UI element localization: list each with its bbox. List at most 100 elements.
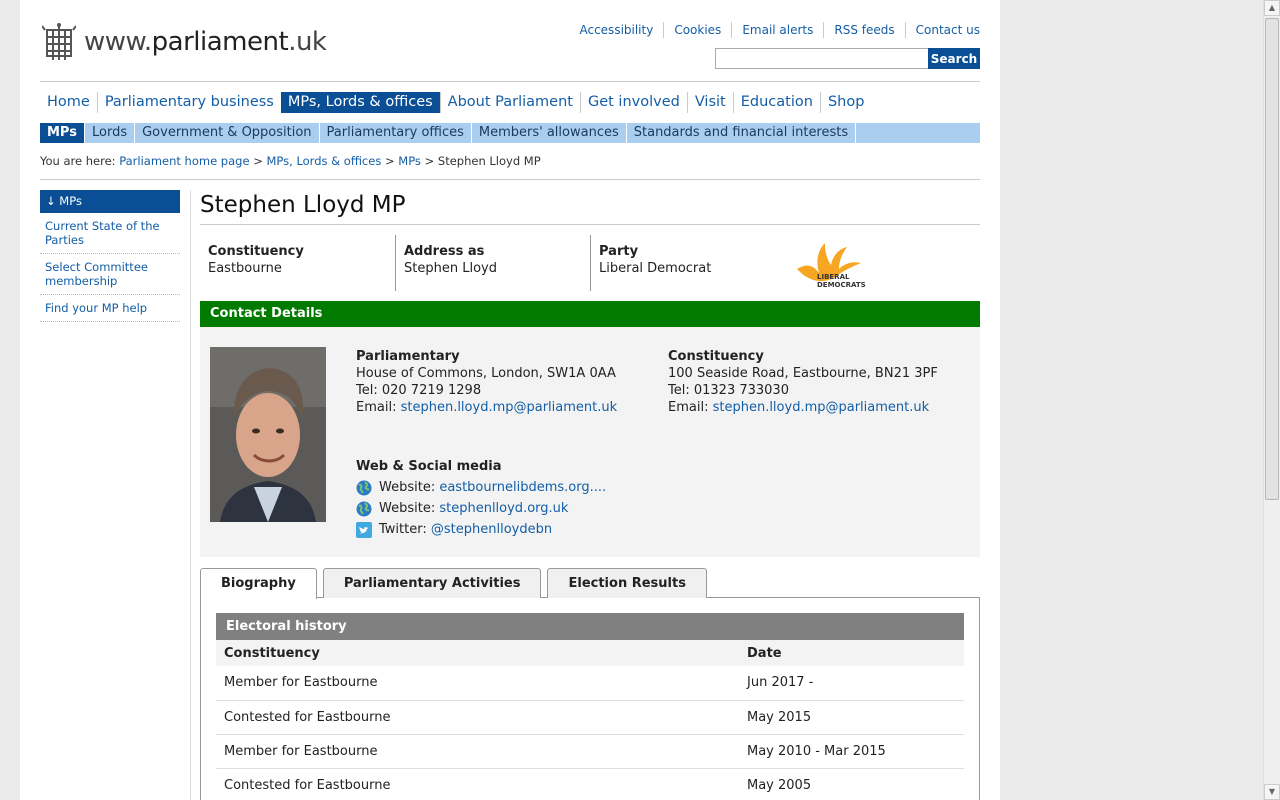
constituency-value: Eastbourne bbox=[208, 261, 282, 276]
nav-parliamentary-business[interactable]: Parliamentary business bbox=[96, 92, 281, 113]
web-social-label: Web & Social media bbox=[356, 459, 502, 474]
party-logo: LIBERAL DEMOCRATS bbox=[785, 235, 871, 291]
scroll-down-arrow-icon[interactable]: ▼ bbox=[1264, 784, 1280, 800]
globe-icon bbox=[356, 480, 372, 495]
breadcrumb-separator: > bbox=[424, 154, 435, 168]
utility-link-email-alerts[interactable]: Email alerts bbox=[731, 22, 823, 38]
subnav-members-allowances[interactable]: Members' allowances bbox=[472, 123, 627, 143]
table-row: Member for Eastbourne May 2010 - Mar 2015 bbox=[216, 734, 964, 769]
twitter-label: Twitter: bbox=[379, 522, 427, 537]
utility-link-cookies[interactable]: Cookies bbox=[663, 22, 731, 38]
breadcrumb-divider bbox=[40, 179, 980, 180]
sidebar-item-select-committee[interactable]: Select Committee membership bbox=[40, 254, 180, 295]
parliamentary-address: Parliamentary House of Commons, London, … bbox=[356, 348, 617, 416]
sidebar-heading-mps[interactable]: ↓ MPs bbox=[40, 190, 180, 213]
constituency-label: Constituency bbox=[208, 244, 304, 259]
breadcrumb: You are here: Parliament home page > MPs… bbox=[40, 154, 541, 168]
twitter-link[interactable]: @stephenlloydebn bbox=[431, 521, 552, 538]
website-label: Website: bbox=[379, 480, 436, 495]
breadcrumb-link-mps-lords[interactable]: MPs, Lords & offices bbox=[266, 154, 381, 168]
logo-text: www.parliament.uk bbox=[84, 27, 327, 57]
nav-mps-lords-offices[interactable]: MPs, Lords & offices bbox=[280, 92, 440, 113]
cell-date: May 2010 - Mar 2015 bbox=[739, 734, 964, 769]
cell-constituency: Contested for Eastbourne bbox=[216, 700, 739, 735]
party-cell: Party Liberal Democrat bbox=[590, 235, 785, 291]
globe-icon bbox=[356, 501, 372, 516]
contact-details-heading: Contact Details bbox=[200, 301, 980, 327]
nav-home[interactable]: Home bbox=[40, 92, 97, 113]
sidebar-link[interactable]: Find your MP help bbox=[45, 301, 147, 315]
tab-election-results[interactable]: Election Results bbox=[547, 568, 707, 598]
party-label: Party bbox=[599, 244, 639, 259]
header-divider bbox=[40, 81, 980, 82]
tab-parliamentary-activities[interactable]: Parliamentary Activities bbox=[322, 568, 542, 598]
constituency-address-label: Constituency bbox=[668, 349, 764, 364]
utility-link-rss-feeds[interactable]: RSS feeds bbox=[823, 22, 904, 38]
electoral-history-table: Constituency Date Member for Eastbourne J… bbox=[216, 640, 964, 800]
breadcrumb-link-mps[interactable]: MPs bbox=[398, 154, 421, 168]
address-as-value: Stephen Lloyd bbox=[404, 261, 497, 276]
nav-education[interactable]: Education bbox=[732, 92, 820, 113]
subnav-parliamentary-offices[interactable]: Parliamentary offices bbox=[320, 123, 472, 143]
parliamentary-email-link[interactable]: stephen.lloyd.mp@parliament.uk bbox=[401, 400, 618, 415]
parliamentary-email-row: Email: stephen.lloyd.mp@parliament.uk bbox=[356, 399, 617, 416]
utility-link-contact-us[interactable]: Contact us bbox=[904, 22, 980, 38]
constituency-email-row: Email: stephen.lloyd.mp@parliament.uk bbox=[668, 399, 938, 416]
breadcrumb-current: Stephen Lloyd MP bbox=[437, 154, 541, 168]
breadcrumb-separator: > bbox=[253, 154, 263, 168]
party-value: Liberal Democrat bbox=[599, 261, 712, 276]
breadcrumb-link-home[interactable]: Parliament home page bbox=[119, 154, 249, 168]
twitter-row: Twitter: @stephenlloydebn bbox=[356, 519, 606, 540]
website-link-stephenlloyd[interactable]: stephenlloyd.org.uk bbox=[439, 500, 568, 517]
subnav-standards[interactable]: Standards and financial interests bbox=[627, 123, 857, 143]
breadcrumb-separator: > bbox=[384, 154, 395, 168]
website-label: Website: bbox=[379, 501, 436, 516]
vertical-scrollbar[interactable]: ▲ ▼ bbox=[1263, 0, 1280, 800]
sidebar-item-find-mp-help[interactable]: Find your MP help bbox=[40, 295, 180, 322]
page-title: Stephen Lloyd MP bbox=[200, 190, 980, 225]
electoral-history-heading: Electoral history bbox=[216, 613, 964, 640]
parliament-logo[interactable]: www.parliament.uk bbox=[42, 22, 327, 62]
liberal-democrats-bird-icon: LIBERAL DEMOCRATS bbox=[797, 243, 866, 289]
tab-biography[interactable]: Biography bbox=[200, 568, 317, 599]
table-header-row: Constituency Date bbox=[216, 640, 964, 666]
constituency-cell: Constituency Eastbourne bbox=[200, 235, 395, 291]
sidebar-link[interactable]: Current State of the Parties bbox=[45, 219, 160, 247]
nav-shop[interactable]: Shop bbox=[819, 92, 871, 113]
main-navigation: Home Parliamentary business MPs, Lords &… bbox=[40, 92, 871, 113]
cell-constituency: Member for Eastbourne bbox=[216, 734, 739, 769]
column-header-date: Date bbox=[739, 640, 964, 666]
nav-visit[interactable]: Visit bbox=[686, 92, 733, 113]
sidebar-link[interactable]: Select Committee membership bbox=[45, 260, 148, 288]
search-input[interactable] bbox=[715, 48, 941, 69]
website-link-eastbournelibdems[interactable]: eastbournelibdems.org.... bbox=[439, 479, 606, 496]
constituency-street: 100 Seaside Road, Eastbourne, BN21 3PF bbox=[668, 366, 938, 381]
scroll-up-arrow-icon[interactable]: ▲ bbox=[1264, 0, 1280, 16]
contact-details: Parliamentary House of Commons, London, … bbox=[200, 327, 980, 557]
tab-panel-biography: Electoral history Constituency Date Memb… bbox=[200, 597, 980, 800]
tab-bar: Biography Parliamentary Activities Elect… bbox=[200, 568, 980, 599]
constituency-email-link[interactable]: stephen.lloyd.mp@parliament.uk bbox=[713, 400, 930, 415]
scrollbar-thumb[interactable] bbox=[1265, 18, 1279, 500]
main-content: Stephen Lloyd MP Constituency Eastbourne… bbox=[200, 190, 980, 800]
table-row: Contested for Eastbourne May 2005 bbox=[216, 768, 964, 800]
email-label: Email: bbox=[356, 400, 397, 415]
address-as-cell: Address as Stephen Lloyd bbox=[395, 235, 590, 291]
nav-about-parliament[interactable]: About Parliament bbox=[439, 92, 580, 113]
parliamentary-label: Parliamentary bbox=[356, 349, 460, 364]
nav-get-involved[interactable]: Get involved bbox=[579, 92, 687, 113]
web-social-media: Web & Social media Website: eastbourneli… bbox=[356, 458, 606, 540]
party-logo-line2: DEMOCRATS bbox=[817, 281, 866, 289]
portcullis-icon bbox=[42, 23, 76, 60]
twitter-icon bbox=[356, 521, 372, 538]
search-button[interactable]: Search bbox=[928, 48, 980, 69]
constituency-tel: Tel: 01323 733030 bbox=[668, 383, 789, 398]
subnav-government-opposition[interactable]: Government & Opposition bbox=[135, 123, 320, 143]
subnav-mps[interactable]: MPs bbox=[40, 123, 85, 143]
subnav-lords[interactable]: Lords bbox=[85, 123, 136, 143]
website-row-1: Website: eastbournelibdems.org.... bbox=[356, 477, 606, 498]
utility-link-accessibility[interactable]: Accessibility bbox=[569, 22, 663, 38]
sidebar-item-state-of-parties[interactable]: Current State of the Parties bbox=[40, 213, 180, 254]
constituency-address: Constituency 100 Seaside Road, Eastbourn… bbox=[668, 348, 938, 416]
email-label: Email: bbox=[668, 400, 709, 415]
